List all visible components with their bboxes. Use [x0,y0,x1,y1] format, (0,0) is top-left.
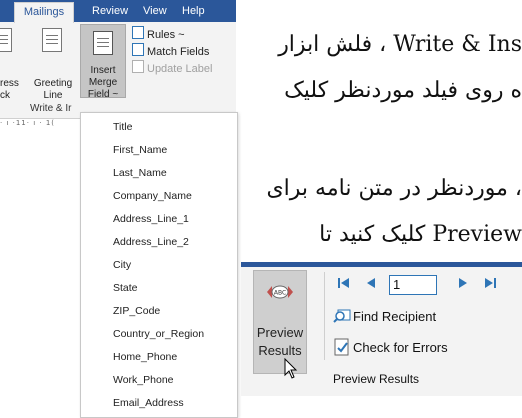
insert-merge-field-button[interactable]: Insert Merge Field ~ [80,24,126,101]
update-labels-icon [132,60,144,73]
insert-merge-field-label2-text: Field [87,89,110,100]
next-record-icon[interactable] [457,276,469,293]
merge-field-item[interactable]: Email_Address [113,392,184,414]
previous-record-icon[interactable] [365,276,377,293]
greeting-line-icon [42,28,62,52]
mouse-cursor-icon [284,358,298,379]
rules-button[interactable]: Rules ~ [132,26,185,41]
merge-field-item[interactable]: Address_Line_2 [113,231,189,253]
merge-field-item[interactable]: First_Name [113,139,167,161]
merge-field-item[interactable]: Company_Name [113,185,192,207]
record-number-input[interactable]: 1 [389,275,437,295]
tab-help[interactable]: Help [182,0,205,22]
merge-field-item[interactable]: Address_Line_1 [113,208,189,230]
address-block-icon [0,28,12,52]
preview-results-button[interactable]: ABC Preview Results [253,270,307,374]
greeting-line-button[interactable]: Greeting Line [30,78,76,102]
body-text-line-2: ه روی فیلد موردنظر کلیک [284,78,522,103]
ribbon-edge [241,262,522,267]
tab-review[interactable]: Review [92,0,128,22]
preview-results-label-1: Preview [256,325,304,340]
match-fields-label: Match Fields [147,46,210,58]
rules-icon [132,26,144,39]
merge-field-item[interactable]: Work_Phone [113,369,174,391]
match-fields-button[interactable]: Match Fields [132,43,210,58]
tab-mailings[interactable]: Mailings [14,2,74,23]
match-fields-icon [132,43,144,56]
mailings-ribbon: Mailings Review View Help ress ck Greeti… [0,0,236,118]
update-labels-button[interactable]: Update Label [132,60,213,75]
insert-merge-field-icon [93,31,113,55]
merge-field-item[interactable]: Country_or_Region [113,323,204,345]
check-for-errors-button[interactable]: Check for Errors [333,337,448,359]
insert-merge-field-label-wrap: Insert Merge Field ~ [81,65,125,101]
merge-field-item[interactable]: ZIP_Code [113,300,160,322]
address-block-label: ress [0,78,19,89]
preview-results-panel: ABC Preview Results 1 Find Recipient Che… [241,262,522,396]
first-record-icon[interactable] [337,276,351,293]
tab-view[interactable]: View [143,0,167,22]
merge-field-dropdown: Title First_Name Last_Name Company_Name … [80,112,238,418]
merge-field-item[interactable]: City [113,254,131,276]
merge-field-item[interactable]: Title [113,116,132,138]
check-for-errors-label: Check for Errors [353,340,448,355]
body-text-line-3: ، موردنظر در متن نامه برای [266,176,522,201]
find-recipient-button[interactable]: Find Recipient [333,306,436,328]
body-text-line-1: Write & Ins ، فلش ابزار [278,32,522,57]
preview-results-group-label: Preview Results [333,372,420,386]
ribbon-tab-bar: Mailings Review View Help [0,0,236,23]
merge-field-item[interactable]: Last_Name [113,162,167,184]
body-text-line-4: Preview کلیک کنید تا [319,222,522,247]
abc-preview-icon: ABC [267,285,293,299]
write-insert-group-label: Write & Ir [30,103,72,114]
find-recipient-label: Find Recipient [353,309,437,324]
rules-label: Rules ~ [147,29,185,41]
address-block-button[interactable]: ress ck [0,78,24,102]
chevron-down-icon: ~ [112,89,119,100]
merge-field-item[interactable]: Home_Phone [113,346,177,368]
svg-text:ABC: ABC [274,290,286,297]
merge-field-item[interactable]: State [113,277,138,299]
address-block-label2: ck [0,90,10,101]
insert-merge-field-label2: Field ~ [81,89,125,101]
update-labels-label: Update Label [147,63,213,75]
check-errors-icon [334,338,349,356]
ruler: · ı ·11· ı · 1( [0,118,80,127]
greeting-line-label: Greeting [33,78,73,89]
preview-results-label-2: Results [258,343,302,358]
insert-merge-field-label: Insert Merge [88,65,118,88]
greeting-line-label2: Line [43,90,63,101]
find-icon [333,309,351,323]
last-record-icon[interactable] [483,276,497,293]
group-divider [324,272,325,360]
